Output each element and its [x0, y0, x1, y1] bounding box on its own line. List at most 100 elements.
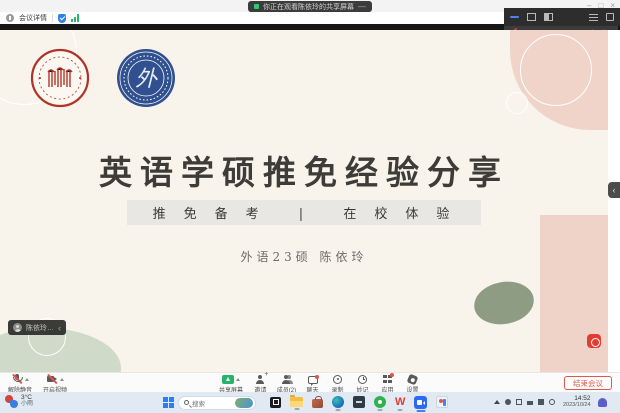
member-list-icon[interactable]	[589, 14, 598, 21]
apps-badge	[390, 373, 394, 377]
weather-desc: 小雨	[21, 401, 33, 408]
chat-button[interactable]: 聊天	[304, 374, 322, 394]
search-icon	[184, 400, 189, 405]
decor-circle-topright	[520, 34, 592, 106]
tencent-meeting-button[interactable]	[414, 396, 427, 409]
window-layout-icon[interactable]	[527, 13, 536, 21]
network-signal-icon	[71, 14, 79, 22]
unmute-button[interactable]: 解除静音	[7, 374, 33, 394]
store-bag-icon	[312, 399, 323, 408]
avatar	[13, 323, 22, 332]
green-app-icon	[374, 396, 386, 408]
taskbar-clock[interactable]: 14:52 2023/10/24	[563, 395, 591, 409]
task-view-button[interactable]	[270, 397, 281, 408]
tray-network-icon[interactable]	[516, 399, 522, 405]
end-meeting-button[interactable]: 结束会议	[564, 376, 612, 390]
smart-notes-icon	[358, 375, 367, 384]
sidebar-layout-icon[interactable]	[544, 13, 553, 21]
red-university-seal	[30, 48, 90, 108]
toolbar-left-group: 解除静音 开启视频	[7, 374, 68, 394]
task-view-icon	[270, 397, 281, 408]
dark-app-button[interactable]	[353, 396, 365, 408]
pill-collapse-icon[interactable]: ‹	[58, 323, 61, 333]
minimize-view-icon[interactable]	[510, 16, 519, 19]
invite-icon	[255, 374, 266, 384]
snip-tool-icon	[436, 396, 448, 408]
view-controls-bar	[504, 8, 620, 26]
weather-widget[interactable]: 3°C 小雨	[5, 394, 33, 408]
microphone-muted-icon	[12, 374, 23, 384]
speaker-name: 陈依玲…	[26, 323, 54, 333]
taskbar-search[interactable]: 搜索	[178, 396, 256, 410]
clock-date: 2023/10/24	[563, 402, 591, 409]
tray-battery-icon[interactable]	[549, 399, 555, 405]
slide-subtitle-wrap: 推免备考 | 在校体验	[0, 200, 608, 225]
wps-icon: W	[395, 396, 405, 408]
notification-bell-icon[interactable]	[598, 398, 607, 407]
sidebar-collapse-tab[interactable]: ‹	[608, 182, 620, 198]
chat-badge	[315, 375, 319, 379]
slide-subtitle: 推免备考 | 在校体验	[127, 200, 482, 225]
apps-button[interactable]: 应用	[379, 374, 397, 394]
banner-minimize-button[interactable]: —	[358, 2, 366, 11]
settings-button[interactable]: 设置	[404, 374, 422, 394]
collapsed-sidebar-area	[608, 30, 620, 372]
invite-button[interactable]: 邀请	[251, 374, 269, 394]
share-banner-text: 你正在观看陈依玲的共享屏幕	[263, 2, 354, 12]
edge-browser-button[interactable]	[332, 396, 344, 408]
divider	[52, 14, 53, 22]
green-app-button[interactable]	[374, 396, 386, 408]
apps-icon	[383, 375, 392, 384]
blue-university-seal: 外	[116, 48, 176, 108]
smart-notes-button[interactable]: 妙记	[354, 374, 372, 394]
snip-tool-button[interactable]	[436, 396, 448, 408]
meeting-details-link[interactable]: 会议详情	[19, 13, 47, 23]
share-screen-icon	[222, 375, 234, 384]
store-button[interactable]	[312, 397, 323, 408]
fullscreen-icon[interactable]	[606, 13, 614, 21]
start-video-button[interactable]: 开启视频	[42, 374, 68, 394]
search-highlight-image[interactable]	[235, 398, 253, 408]
weather-temp: 3°C	[21, 394, 33, 401]
settings-gear-icon	[407, 373, 419, 385]
decor-olive-ellipse	[471, 277, 537, 329]
decor-circle-small	[506, 92, 528, 114]
security-shield-icon[interactable]	[58, 14, 66, 23]
tray-cloud-icon[interactable]	[505, 399, 511, 405]
windows-taskbar: 3°C 小雨 搜索 W 14:52 2023/10/24	[0, 392, 620, 413]
tray-ime-icon[interactable]	[538, 399, 544, 405]
blue-seal-glyph: 外	[135, 67, 158, 92]
share-options-caret[interactable]	[236, 378, 240, 381]
taskbar-apps: W	[270, 394, 448, 410]
members-icon	[281, 374, 292, 384]
record-button[interactable]: 录制	[329, 374, 347, 394]
camera-off-icon	[47, 374, 58, 384]
share-screen-button[interactable]: 共享屏幕	[218, 374, 244, 394]
reaction-button[interactable]	[587, 334, 601, 348]
meeting-toolbar: 解除静音 开启视频 共享屏幕 邀请 成员(2) 聊天 录制 妙记	[0, 372, 620, 392]
search-placeholder: 搜索	[192, 398, 232, 408]
weather-icon	[5, 395, 18, 408]
chat-icon	[308, 376, 318, 384]
file-explorer-button[interactable]	[290, 397, 303, 407]
meeting-app-icon	[414, 396, 427, 409]
hidden-icons-caret[interactable]	[494, 400, 500, 404]
wps-button[interactable]: W	[395, 396, 405, 408]
camera-options-caret[interactable]	[60, 378, 64, 381]
speaker-pill[interactable]: 陈依玲… ‹	[8, 320, 66, 335]
toolbar-center-group: 共享屏幕 邀请 成员(2) 聊天 录制 妙记 应用 设置	[218, 374, 422, 394]
tray-volume-icon[interactable]	[527, 401, 533, 405]
decor-pink-rect	[540, 215, 608, 372]
info-icon	[6, 14, 14, 22]
start-button[interactable]	[163, 397, 174, 408]
system-tray: 14:52 2023/10/24	[494, 394, 607, 410]
dark-app-icon	[353, 396, 365, 408]
folder-icon	[290, 397, 303, 407]
members-button[interactable]: 成员(2)	[276, 374, 297, 394]
edge-icon	[332, 396, 344, 408]
mic-options-caret[interactable]	[25, 378, 29, 381]
screen-share-icon	[254, 4, 259, 9]
share-banner[interactable]: 你正在观看陈依玲的共享屏幕 —	[248, 1, 372, 12]
slide-title: 英语学硕推免经验分享	[0, 146, 608, 194]
clock-time: 14:52	[574, 395, 590, 402]
